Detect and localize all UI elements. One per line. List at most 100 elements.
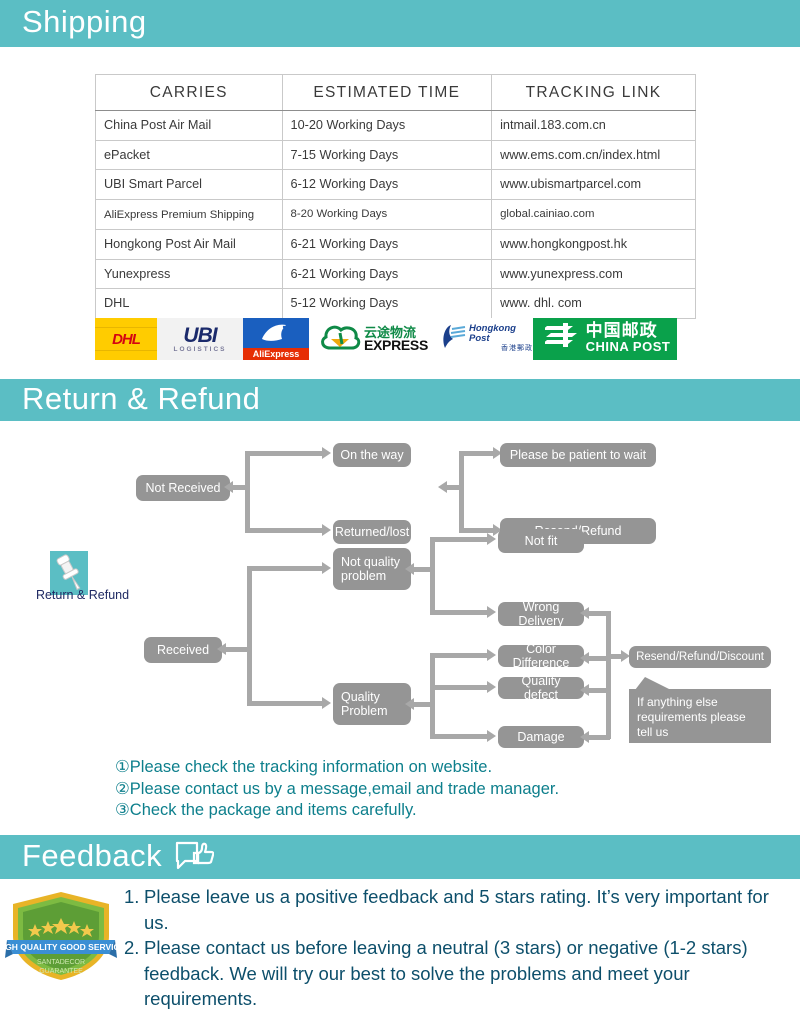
quality-guarantee-badge: HIGH QUALITY GOOD SERVICE SANTADECOR GUA… xyxy=(0,888,126,983)
feedback-list: 1. Please leave us a positive feedback a… xyxy=(124,884,784,1012)
arrow-head xyxy=(322,697,331,709)
connector-line xyxy=(430,685,488,690)
cell-link: intmail.183.com.cn xyxy=(491,110,696,141)
connector-line xyxy=(245,451,323,456)
cell-carrier: AliExpress Premium Shipping xyxy=(95,198,283,230)
table-header-row: CARRIES ESTIMATED TIME TRACKING LINK xyxy=(95,74,696,111)
connector-line xyxy=(586,735,610,740)
flow-callout-anything-else: If anything else requirements please tel… xyxy=(629,677,771,743)
return-notes-list: ①Please check the tracking information o… xyxy=(115,757,559,822)
cell-carrier: DHL xyxy=(95,288,283,319)
feedback-item-text: Please leave us a positive feedback and … xyxy=(144,886,769,933)
column-header-estimated-time: ESTIMATED TIME xyxy=(281,74,493,111)
connector-line xyxy=(412,567,432,572)
arrow-head xyxy=(322,524,331,536)
table-row: DHL 5-12 Working Days www. dhl. com xyxy=(95,288,696,319)
ubi-logo: UBI LOGISTICS xyxy=(157,318,243,360)
china-post-emblem-icon xyxy=(541,321,581,358)
feedback-item-number: 2. xyxy=(124,937,140,958)
arrow-head xyxy=(580,731,589,743)
flow-node-wrong-delivery: Wrong Delivery xyxy=(498,600,584,628)
note-item: ②Please contact us by a message,email an… xyxy=(115,779,560,798)
flow-node-not-fit: Not fit xyxy=(498,529,584,553)
arrow-head xyxy=(438,481,447,493)
cell-link: www.yunexpress.com xyxy=(491,258,696,289)
flow-node-on-the-way: On the way xyxy=(333,443,411,467)
arrow-head xyxy=(487,730,496,742)
table-row: AliExpress Premium Shipping 8-20 Working… xyxy=(95,198,696,230)
connector-line xyxy=(430,653,488,658)
shipping-table: CARRIES ESTIMATED TIME TRACKING LINK Chi… xyxy=(95,74,696,319)
connector-line xyxy=(606,654,622,659)
connector-line xyxy=(586,611,610,616)
cell-carrier: Yunexpress xyxy=(95,258,283,289)
connector-line xyxy=(430,610,488,615)
feedback-item-number: 1. xyxy=(124,886,140,907)
return-refund-flowchart: Not Received On the way Returned/lost Pl… xyxy=(0,421,800,761)
badge-line1: SANTADECOR xyxy=(37,959,85,966)
carrier-logo-strip: DHL UBI LOGISTICS AliExpress 云途物流 EXPRES… xyxy=(95,316,677,362)
arrow-head xyxy=(405,698,414,710)
arrow-head xyxy=(224,481,233,493)
cell-link: global.cainiao.com xyxy=(491,198,696,230)
arrow-head xyxy=(322,562,331,574)
flow-node-damage: Damage xyxy=(498,726,584,748)
connector-line xyxy=(247,701,323,706)
arrow-head xyxy=(580,684,589,696)
badge-banner-text: HIGH QUALITY GOOD SERVICE xyxy=(5,942,117,952)
feedback-item-text: Please contact us before leaving a neutr… xyxy=(144,937,748,1009)
cell-time: 6-21 Working Days xyxy=(281,258,493,289)
connector-line xyxy=(430,537,488,542)
flow-node-returned-lost: Returned/lost xyxy=(333,520,411,544)
flow-node-quality-defect: Quality defect xyxy=(498,674,584,702)
feedback-title: Feedback xyxy=(22,837,163,873)
connector-line xyxy=(586,688,610,693)
table-row: China Post Air Mail 10-20 Working Days i… xyxy=(95,110,696,141)
arrow-head xyxy=(217,643,226,655)
cell-carrier: ePacket xyxy=(95,139,283,170)
connector-line xyxy=(224,647,249,652)
yunexpress-logo: 云途物流 EXPRESS xyxy=(309,318,437,360)
return-refund-section-banner: Return & Refund xyxy=(0,379,800,421)
arrow-head xyxy=(580,652,589,664)
return-refund-title: Return & Refund xyxy=(22,380,261,416)
cell-time: 8-20 Working Days xyxy=(281,198,493,230)
connector-line xyxy=(231,485,247,490)
arrow-head xyxy=(580,607,589,619)
cell-link: www.ems.com.cn/index.html xyxy=(491,139,696,170)
cell-time: 5-12 Working Days xyxy=(281,288,493,319)
china-post-logo: 中国邮政 CHINA POST xyxy=(533,318,677,360)
column-header-carries: CARRIES xyxy=(95,74,283,111)
aliexpress-logo: AliExpress xyxy=(243,318,309,360)
dhl-logo: DHL xyxy=(95,318,157,360)
cell-time: 10-20 Working Days xyxy=(281,110,493,141)
cell-link: www.hongkongpost.hk xyxy=(491,229,696,260)
cell-carrier: China Post Air Mail xyxy=(95,110,283,141)
flow-node-resend-refund-discount: Resend/Refund/Discount xyxy=(629,646,771,668)
connector-line xyxy=(459,451,464,533)
flow-node-not-quality-problem: Not quality problem xyxy=(333,548,411,590)
connector-line xyxy=(430,537,435,615)
connector-line xyxy=(606,611,611,739)
cell-link: www. dhl. com xyxy=(491,288,696,319)
flow-node-please-be-patient: Please be patient to wait xyxy=(500,443,656,467)
flow-node-quality-problem: Quality Problem xyxy=(333,683,411,725)
thumbs-up-speech-bubble-icon xyxy=(174,839,215,875)
feedback-item: 1. Please leave us a positive feedback a… xyxy=(124,884,784,935)
connector-line xyxy=(412,702,432,707)
hk-post-emblem-icon xyxy=(437,322,467,357)
connector-line xyxy=(430,653,435,739)
cell-time: 7-15 Working Days xyxy=(281,139,493,170)
connector-line xyxy=(445,485,461,490)
table-row: Hongkong Post Air Mail 6-21 Working Days… xyxy=(95,229,696,260)
table-row: Yunexpress 6-21 Working Days www.yunexpr… xyxy=(95,258,696,289)
note-item: ①Please check the tracking information o… xyxy=(115,758,493,776)
table-row: ePacket 7-15 Working Days www.ems.com.cn… xyxy=(95,139,696,170)
cloud-icon xyxy=(318,320,362,359)
column-header-tracking-link: TRACKING LINK xyxy=(491,74,696,111)
connector-line xyxy=(459,451,494,456)
table-row: UBI Smart Parcel 6-12 Working Days www.u… xyxy=(95,169,696,200)
flow-node-received: Received xyxy=(144,637,222,663)
arrow-head xyxy=(487,533,496,545)
connector-line xyxy=(245,451,250,533)
